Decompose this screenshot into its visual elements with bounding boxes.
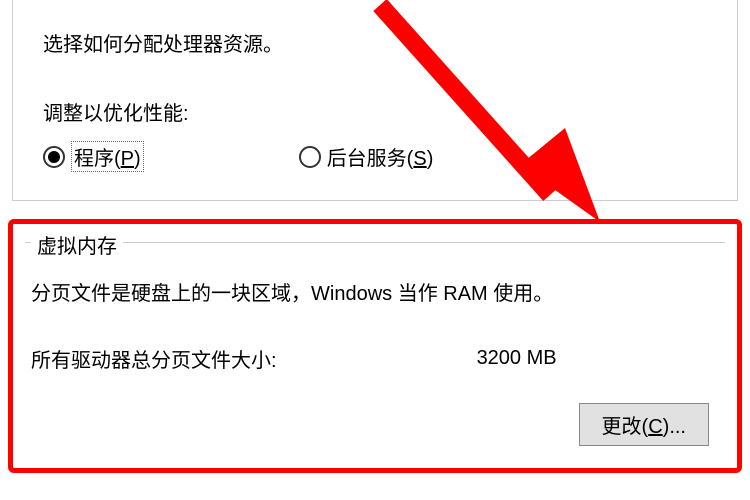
radio-selected-icon — [43, 146, 65, 168]
radio-programs[interactable]: 程序(P) — [43, 141, 144, 172]
change-button[interactable]: 更改(C)... — [579, 403, 709, 446]
button-row: 更改(C)... — [31, 403, 719, 446]
fieldset-divider — [25, 242, 725, 243]
radio-background-label: 后台服务(S) — [327, 142, 434, 171]
adjust-label: 调整以优化性能: — [43, 97, 707, 126]
radio-programs-label: 程序(P) — [71, 141, 144, 172]
radio-background-services[interactable]: 后台服务(S) — [299, 142, 434, 171]
radio-group: 程序(P) 后台服务(S) — [43, 141, 707, 172]
total-paging-value: 3200 MB — [477, 347, 557, 370]
virtual-memory-description: 分页文件是硬盘上的一块区域，Windows 当作 RAM 使用。 — [31, 277, 719, 306]
virtual-memory-panel-highlighted: 虚拟内存 分页文件是硬盘上的一块区域，Windows 当作 RAM 使用。 所有… — [8, 219, 742, 473]
processor-description: 选择如何分配处理器资源。 — [43, 28, 707, 57]
total-paging-label: 所有驱动器总分页文件大小: — [31, 344, 277, 373]
total-paging-row: 所有驱动器总分页文件大小: 3200 MB — [31, 344, 719, 373]
processor-scheduling-panel: 选择如何分配处理器资源。 调整以优化性能: 程序(P) 后台服务(S) — [12, 0, 738, 201]
radio-unselected-icon — [299, 146, 321, 168]
virtual-memory-legend: 虚拟内存 — [31, 230, 123, 259]
